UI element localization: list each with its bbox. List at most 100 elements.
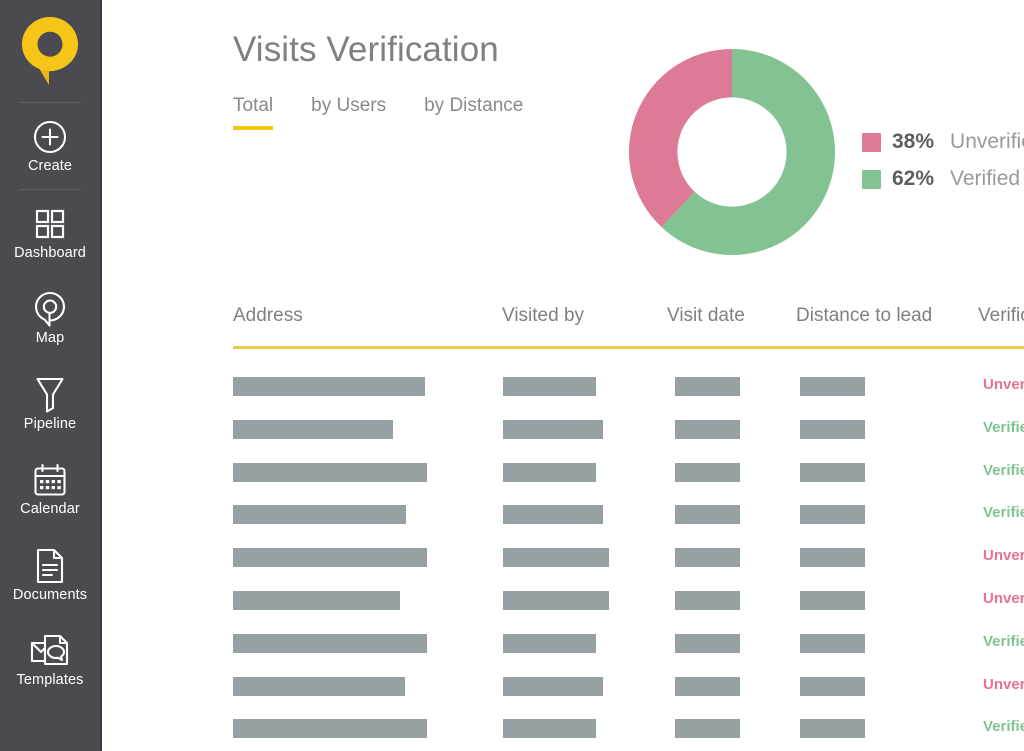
page-title: Visits Verification [233,30,499,69]
donut-slice-unverified [629,49,732,228]
legend-swatch-unverified [862,132,881,152]
cell-placeholder-bar [675,633,740,653]
cell-placeholder-bar [503,719,596,739]
cell-placeholder-bar [800,633,865,653]
plus-circle-icon [33,118,67,156]
column-header-visited-by[interactable]: Visited by [502,305,584,328]
cell-placeholder-bar [675,719,740,739]
table-row[interactable]: Unverified [233,583,1024,626]
column-header-visit-date[interactable]: Visit date [667,305,745,328]
sidebar-item-templates[interactable]: Templates [0,617,100,703]
status-badge: Unverified [983,376,1024,393]
cell-placeholder-bar [675,548,740,568]
sidebar-item-label: Dashboard [14,244,86,261]
sidebar-item-label: Calendar [20,501,80,517]
legend-percent: 38% [892,130,935,153]
status-badge: Unverified [983,675,1024,693]
status-badge: Unverified [983,589,1024,607]
visits-table: Address Visited by Visit date Distance to l… [233,305,1024,751]
status-badge: Verified [983,418,1024,436]
sidebar-item-map[interactable]: Map [0,275,100,361]
column-header-distance-to-lead[interactable]: Distance to lead [796,305,932,328]
cell-placeholder-bar [503,548,609,568]
cell-placeholder-bar [233,590,400,610]
table-row[interactable]: Verified [233,711,1024,751]
legend-item-verified: 62% Verified [862,167,1024,191]
cell-placeholder-bar [503,633,596,653]
legend-percent: 62% [892,167,935,190]
sidebar-item-label: Pipeline [23,415,77,432]
table-header-rule [233,346,1024,349]
cell-placeholder-bar [675,505,740,525]
status-badge: Verified [983,632,1024,650]
grid-squares-icon [34,205,66,243]
sidebar-item-label: Map [35,330,65,346]
cell-placeholder-bar [675,419,740,439]
legend-item-unverified: 38% Unverified [862,130,1024,154]
legend-label: Verified [950,167,1021,190]
cell-placeholder-bar [675,377,740,396]
app-logo[interactable] [0,0,100,102]
cell-placeholder-bar [233,505,406,525]
cell-placeholder-bar [800,719,865,739]
cell-placeholder-bar [503,590,609,610]
sidebar-item-label: Templates [16,672,84,688]
table-row[interactable]: Verified [233,626,1024,669]
map-pin-icon [33,290,67,328]
document-icon [35,547,65,585]
cell-placeholder-bar [503,419,603,439]
calendar-icon [33,461,67,499]
legend-swatch-verified [862,169,881,189]
cell-placeholder-bar [233,419,393,439]
table-header-row: Address Visited by Visit date Distance to l… [233,305,1024,349]
cell-placeholder-bar [503,676,603,696]
sidebar-item-label: Create [27,158,73,174]
sidebar: Create Dashboard Map Pipeline Calendar D… [0,0,102,751]
column-header-verification[interactable]: Verification [978,305,1024,328]
table-row[interactable]: Verified [233,497,1024,540]
cell-placeholder-bar [675,676,740,696]
tab-by-users[interactable]: by Users [311,95,386,130]
legend-label: Unverified [950,130,1024,153]
cell-placeholder-bar [233,719,427,739]
table-row[interactable]: Verified [233,412,1024,455]
sidebar-item-label: Documents [12,586,88,603]
cell-placeholder-bar [800,548,865,568]
chart-legend: 38% Unverified 62% Verified [862,130,1024,191]
cell-placeholder-bar [233,633,427,653]
tab-total[interactable]: Total [233,95,274,130]
cell-placeholder-bar [233,548,427,568]
cell-placeholder-bar [233,377,425,396]
cell-placeholder-bar [800,377,865,396]
sidebar-item-documents[interactable]: Documents [0,532,100,618]
sidebar-item-pipeline[interactable]: Pipeline [0,361,100,447]
sidebar-item-dashboard[interactable]: Dashboard [0,190,100,276]
app-root: Create Dashboard Map Pipeline Calendar D… [0,0,1024,751]
cell-placeholder-bar [503,505,603,525]
verification-donut-chart: 38% Unverified 62% Verified [492,12,1024,282]
cell-placeholder-bar [675,590,740,610]
cell-placeholder-bar [233,462,427,482]
sidebar-item-create[interactable]: Create [0,103,100,189]
cell-placeholder-bar [503,462,596,482]
cell-placeholder-bar [675,462,740,482]
donut-svg [629,49,835,256]
sidebar-item-calendar[interactable]: Calendar [0,446,100,532]
table-row[interactable]: Unverified [233,669,1024,712]
cell-placeholder-bar [800,676,865,696]
table-row[interactable]: Unverified [233,540,1024,583]
cell-placeholder-bar [800,590,865,610]
table-row[interactable]: Unverified [233,369,1024,412]
table-row[interactable]: Verified [233,455,1024,498]
funnel-icon [35,376,65,414]
table-body: Unverified Verified Verified Verified Unveri… [233,369,1024,751]
map-pin-logo-icon [22,17,78,85]
status-badge: Verified [983,461,1024,479]
status-badge: Verified [983,718,1024,736]
status-badge: Verified [983,504,1024,522]
cell-placeholder-bar [800,462,865,482]
cell-placeholder-bar [800,505,865,525]
column-header-address[interactable]: Address [233,305,303,328]
template-envelope-icon [30,632,70,670]
status-badge: Unverified [983,547,1024,565]
